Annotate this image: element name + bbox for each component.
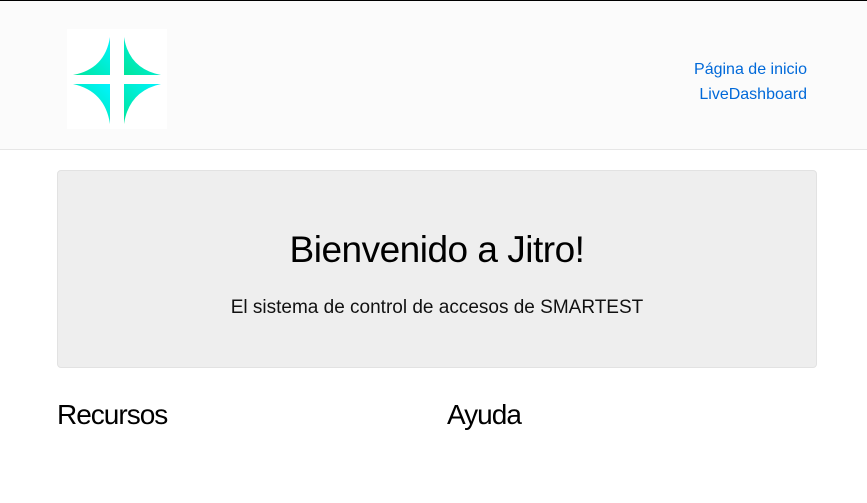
welcome-banner: Bienvenido a Jitro! El sistema de contro… [57, 170, 817, 368]
resources-heading: Recursos [57, 399, 168, 430]
welcome-title: Bienvenido a Jitro! [289, 229, 585, 270]
jitro-logo-icon [73, 37, 161, 124]
header-nav: Página de inicio LiveDashboard [694, 57, 807, 107]
logo[interactable] [67, 29, 167, 129]
nav-link-livedashboard[interactable]: LiveDashboard [694, 82, 807, 107]
welcome-subtitle: El sistema de control de accesos de SMAR… [230, 297, 644, 318]
nav-link-home[interactable]: Página de inicio [694, 57, 807, 82]
site-header: Página de inicio LiveDashboard [0, 1, 867, 150]
help-heading: Ayuda [447, 399, 522, 430]
